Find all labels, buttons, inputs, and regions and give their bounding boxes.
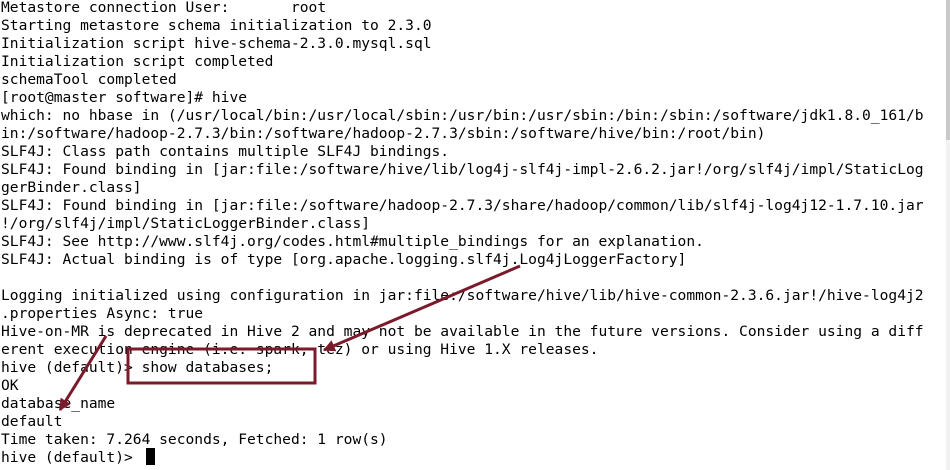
hive-prompt-line[interactable]: hive (default)>: [1, 449, 142, 467]
shell-prompt-line: [root@master software]# hive: [1, 89, 248, 106]
result-header-line: database_name: [1, 395, 116, 412]
terminal-line: SLF4J: Class path contains multiple SLF4…: [1, 143, 450, 160]
terminal-line: schemaTool completed: [1, 71, 177, 88]
terminal-line: Initialization script completed: [1, 53, 274, 70]
terminal-line: Logging initialized using configuration …: [1, 287, 924, 304]
terminal-line: Time taken: 7.264 seconds, Fetched: 1 ro…: [1, 431, 388, 448]
terminal-line: .properties Async: true: [1, 305, 204, 322]
terminal-line: SLF4J: Actual binding is of type [org.ap…: [1, 251, 687, 268]
result-row-line: default: [1, 413, 63, 430]
terminal-window[interactable]: Metastore connection User: root Starting…: [1, 0, 946, 469]
terminal-line: Starting metastore schema initialization…: [1, 17, 432, 34]
terminal-line: OK: [1, 377, 19, 394]
terminal-line: Hive-on-MR is deprecated in Hive 2 and m…: [1, 323, 924, 340]
terminal-line: gerBinder.class]: [1, 179, 142, 196]
terminal-line: Initialization script hive-schema-2.3.0.…: [1, 35, 432, 52]
text-cursor: [146, 448, 155, 465]
scrollbar[interactable]: [946, 0, 950, 470]
terminal-line: !/org/slf4j/impl/StaticLoggerBinder.clas…: [1, 215, 371, 232]
hive-command-line: hive (default)> show databases;: [1, 359, 274, 376]
terminal-line: Metastore connection User: root: [1, 0, 327, 16]
terminal-line: erent execution engine (i.e. spark, tez)…: [1, 341, 599, 358]
terminal-line: in:/software/hadoop-2.7.3/bin:/software/…: [1, 125, 766, 142]
terminal-line: SLF4J: Found binding in [jar:file:/softw…: [1, 161, 924, 178]
scrollbar-thumb[interactable]: [946, 0, 950, 140]
terminal-line: SLF4J: See http://www.slf4j.org/codes.ht…: [1, 233, 704, 250]
terminal-line: which: no hbase in (/usr/local/bin:/usr/…: [1, 107, 924, 124]
terminal-line: SLF4J: Found binding in [jar:file:/softw…: [1, 197, 924, 214]
